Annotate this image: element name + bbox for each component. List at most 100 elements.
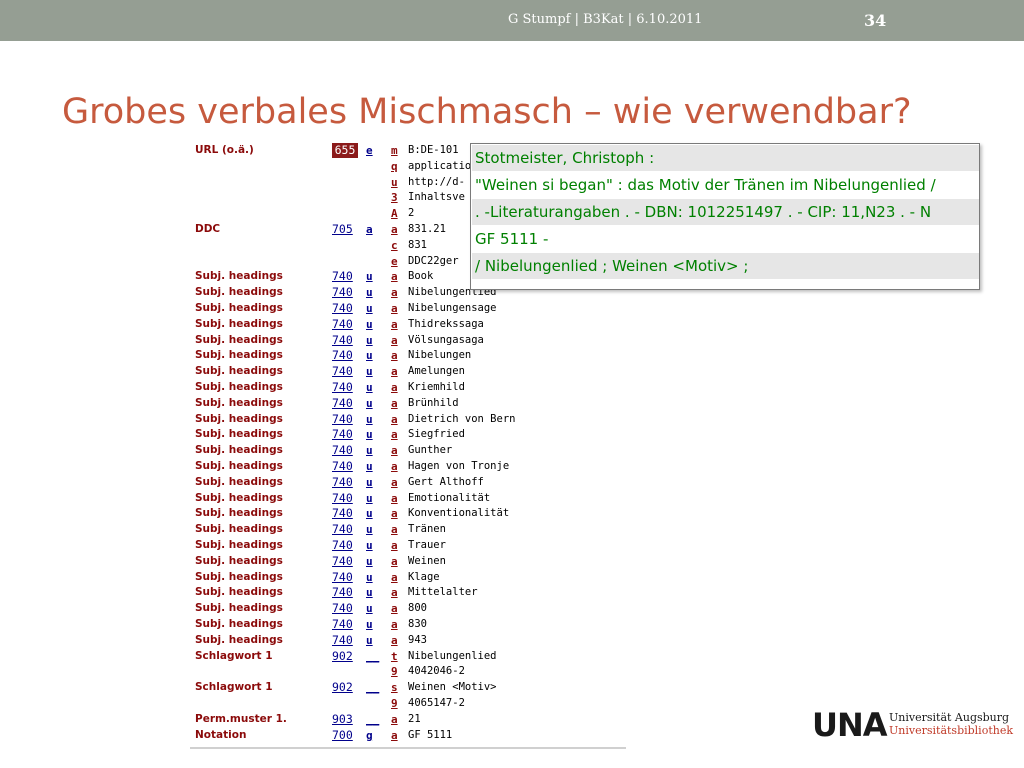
field-tag-link[interactable]: 740 [332,491,358,506]
indicator-link[interactable]: e [366,143,373,158]
subfield-code: a [391,349,398,363]
field-tag-link[interactable]: 740 [332,585,358,600]
indicator-link[interactable]: u [366,538,373,553]
field-value: Amelungen [408,365,465,378]
field-label: Subj. headings [195,270,283,283]
subfield-code: 9 [391,697,398,710]
indicator-link[interactable]: u [366,522,373,537]
indicator-link[interactable]: a [366,222,373,237]
subfield-code: a [391,444,398,458]
field-tag-link[interactable]: 740 [332,364,358,379]
subfield-code: c [391,238,398,252]
field-tag-link[interactable]: 902 [332,680,358,695]
subfield-code: a [391,460,398,473]
field-tag-link[interactable]: 740 [332,459,358,474]
field-value: 4042046-2 [408,665,465,678]
field-tag-link[interactable]: 740 [332,570,358,585]
indicator-link[interactable]: u [366,333,373,348]
indicator-link[interactable]: u [366,412,373,427]
field-tag-link[interactable]: 740 [332,443,358,458]
field-tag-link[interactable]: 740 [332,538,358,553]
field-value: Tränen [408,523,446,536]
indicator-link[interactable]: u [366,601,373,616]
field-value: 830 [408,618,427,630]
subfield-code: a [391,412,398,426]
field-label: Subj. headings [195,444,283,457]
field-tag-link[interactable]: 705 [332,222,358,237]
indicator-link[interactable]: u [366,491,373,506]
field-value: Trauer [408,539,446,551]
indicator-link[interactable]: g [366,728,373,743]
field-label: Subj. headings [195,412,283,425]
field-value: GF 5111 [408,728,453,741]
field-tag-link[interactable]: 903 [332,712,358,727]
field-label: Subj. headings [195,507,283,520]
field-tag-link[interactable]: 740 [332,317,358,332]
field-tag-link[interactable]: 740 [332,617,358,632]
field-tag-link[interactable]: 740 [332,506,358,521]
indicator-link[interactable]: u [366,443,373,458]
subfield-code: a [391,712,398,726]
field-value: 831.21 [408,223,446,235]
subfield-code: a [391,223,398,236]
field-tag-link[interactable]: 700 [332,728,358,743]
field-value: Nibelungenlied [408,649,497,662]
field-tag-link[interactable]: 740 [332,348,358,363]
indicator-link[interactable]: u [366,554,373,569]
field-tag-link[interactable]: 740 [332,633,358,648]
subfield-code: a [391,381,398,394]
indicator-link[interactable]: u [366,269,373,284]
page-number: 34 [864,11,887,30]
indicator-link[interactable]: __ [366,680,379,695]
field-tag-link[interactable]: 902 [332,649,358,664]
field-label: Subj. headings [195,365,283,378]
field-tag-link[interactable]: 740 [332,427,358,442]
indicator-link[interactable]: __ [366,712,379,727]
indicator-link[interactable]: u [366,585,373,600]
popup-line: "Weinen si began" : das Motiv der Tränen… [475,176,936,194]
field-tag-link[interactable]: 740 [332,301,358,316]
field-tag-link[interactable]: 740 [332,601,358,616]
indicator-link[interactable]: u [366,301,373,316]
field-label: Subj. headings [195,633,283,646]
logo-mark: UNA [812,706,888,744]
subfield-code: a [391,302,398,315]
subfield-code: a [391,570,398,584]
field-tag-link[interactable]: 740 [332,269,358,284]
field-tag-link[interactable]: 740 [332,554,358,569]
field-tag-link[interactable]: 740 [332,285,358,300]
field-value: Konventionalität [408,507,510,520]
subfield-code: s [391,681,398,695]
field-label: Schlagwort 1 [195,649,273,662]
field-tag-link[interactable]: 740 [332,412,358,427]
indicator-link[interactable]: u [366,427,373,442]
field-label: Schlagwort 1 [195,681,273,694]
field-value: Brünhild [408,396,459,409]
field-tag-link[interactable]: 740 [332,380,358,395]
subfield-code: a [391,523,398,537]
field-tag-link[interactable]: 655 [332,143,358,158]
indicator-link[interactable]: u [366,348,373,363]
indicator-link[interactable]: u [366,617,373,632]
field-tag-link[interactable]: 740 [332,396,358,411]
field-label: Subj. headings [195,491,283,504]
indicator-link[interactable]: u [366,396,373,411]
indicator-link[interactable]: u [366,285,373,300]
field-label: Subj. headings [195,618,283,630]
indicator-link[interactable]: u [366,506,373,521]
popup-line: / Nibelungenlied ; Weinen <Motiv> ; [472,253,979,279]
field-tag-link[interactable]: 740 [332,475,358,490]
field-value: 943 [408,633,427,646]
indicator-link[interactable]: __ [366,649,379,664]
indicator-link[interactable]: u [366,459,373,474]
indicator-link[interactable]: u [366,364,373,379]
subfield-code: a [391,507,398,521]
indicator-link[interactable]: u [366,380,373,395]
indicator-link[interactable]: u [366,633,373,648]
indicator-link[interactable]: u [366,570,373,585]
indicator-link[interactable]: u [366,475,373,490]
field-value: Gunther [408,444,453,457]
field-tag-link[interactable]: 740 [332,522,358,537]
indicator-link[interactable]: u [366,317,373,332]
field-tag-link[interactable]: 740 [332,333,358,348]
